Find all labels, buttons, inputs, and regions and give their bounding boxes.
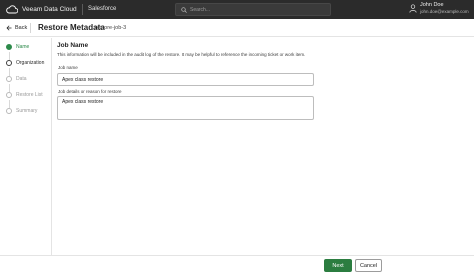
- step-label: Organization: [16, 60, 45, 66]
- user-icon[interactable]: [409, 4, 417, 13]
- back-arrow-icon: [6, 25, 12, 31]
- step-label: Data: [16, 76, 27, 82]
- step-summary[interactable]: Summary: [6, 106, 37, 116]
- user-name[interactable]: John Doe: [420, 2, 444, 9]
- step-indicator-icon: [6, 60, 12, 66]
- cloud-logo-icon: [6, 5, 18, 14]
- user-email: john.doe@example.com: [420, 9, 469, 14]
- step-indicator-icon: [6, 108, 12, 114]
- step-organization[interactable]: Organization: [6, 58, 44, 68]
- product-name[interactable]: Salesforce: [88, 4, 116, 15]
- step-label: Summary: [16, 108, 38, 114]
- step-label: Restore List: [16, 92, 43, 98]
- step-indicator-icon: [6, 92, 12, 98]
- back-button[interactable]: Back: [6, 22, 27, 34]
- next-button[interactable]: Next: [324, 259, 352, 272]
- section-description: This information will be included in the…: [57, 52, 306, 57]
- wizard-footer: Next Cancel: [0, 255, 474, 275]
- header-divider: [30, 23, 31, 33]
- job-name-input[interactable]: [57, 73, 314, 86]
- brand-name[interactable]: Veeam Data Cloud: [22, 4, 77, 15]
- job-name-label: Job name: [58, 65, 78, 70]
- step-check-icon: [6, 44, 12, 50]
- step-data[interactable]: Data: [6, 74, 27, 84]
- topbar-divider: [82, 4, 83, 15]
- cancel-button[interactable]: Cancel: [355, 259, 382, 272]
- step-name[interactable]: Name: [6, 42, 29, 52]
- step-label: Name: [16, 44, 30, 50]
- back-label: Back: [15, 25, 28, 31]
- job-details-label: Job details or reason for restore: [58, 89, 122, 94]
- top-bar: Veeam Data Cloud Salesforce John Doe joh…: [0, 0, 474, 19]
- wizard-stepper: Name Organization Data Restore List Summ…: [0, 38, 52, 255]
- step-restore-list[interactable]: Restore List: [6, 90, 43, 100]
- search-box[interactable]: [175, 3, 331, 16]
- page-header: Back Restore Metadata restore-job-3: [0, 19, 474, 37]
- job-details-textarea[interactable]: Apex class restore: [57, 96, 314, 120]
- search-icon: [181, 7, 187, 13]
- section-title: Job Name: [57, 42, 89, 49]
- step-indicator-icon: [6, 76, 12, 82]
- job-name-crumb: restore-job-3: [95, 25, 127, 31]
- search-input[interactable]: [190, 4, 328, 15]
